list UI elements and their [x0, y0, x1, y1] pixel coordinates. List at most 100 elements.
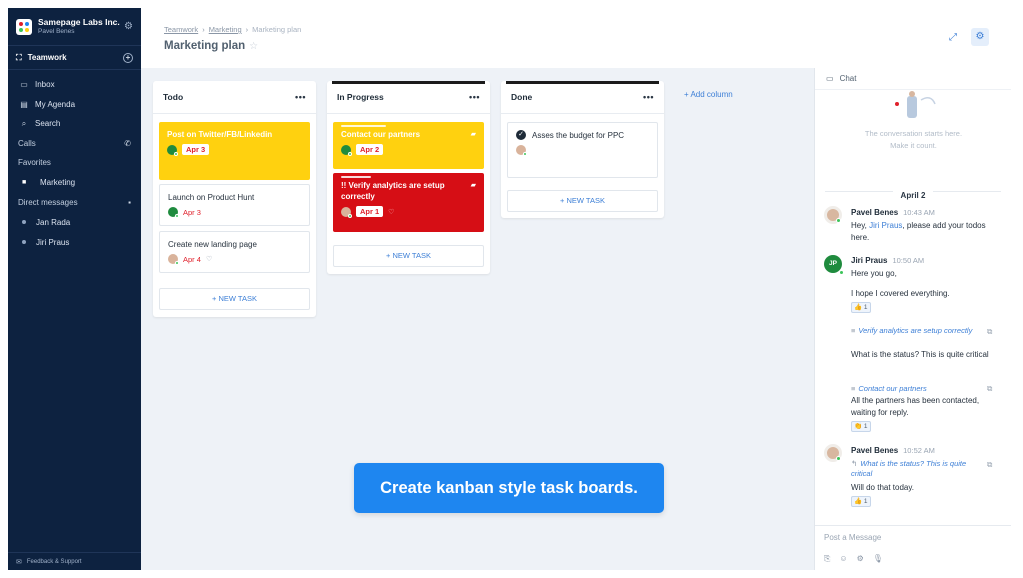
- conversation-empty-hint: The conversation starts here. Make it co…: [815, 128, 1011, 152]
- avatar[interactable]: [824, 444, 842, 462]
- sidebar-item-label: Search: [35, 119, 61, 129]
- reply-icon: ↰: [851, 459, 858, 468]
- avatar[interactable]: JP: [824, 255, 844, 275]
- quoted-message[interactable]: ↰ What is the status? This is quite criti…: [851, 459, 981, 479]
- message-author[interactable]: Jiri Praus 10:50 AM: [851, 256, 924, 265]
- comment-icon: ♡: [205, 256, 213, 263]
- more-options-icon[interactable]: •••: [469, 92, 480, 102]
- message-input[interactable]: Post a Message: [824, 533, 881, 542]
- due-date-badge: Apr 3: [182, 144, 210, 155]
- message-text: Will do that today.: [851, 483, 914, 492]
- due-date: Apr 4: [183, 254, 201, 264]
- add-icon[interactable]: +: [123, 52, 133, 63]
- gear-icon[interactable]: ⚙: [124, 21, 133, 32]
- sidebar-section-calls[interactable]: Calls ✆: [8, 134, 141, 154]
- task-card[interactable]: Contact our partners Apr 2 ▰: [333, 122, 484, 169]
- reaction-badge[interactable]: 👍 1: [851, 496, 871, 507]
- feedback-label: Feedback & Support: [26, 558, 82, 565]
- assignee-avatar: [341, 144, 352, 156]
- task-card[interactable]: Launch on Product Hunt Apr 3: [159, 184, 310, 226]
- text-part: Hey,: [851, 221, 870, 230]
- comment-icon: ▰: [470, 131, 476, 138]
- task-title: Post on Twitter/FB/Linkedin: [167, 130, 273, 139]
- attach-icon[interactable]: ⎘: [824, 554, 830, 564]
- feedback-support-link[interactable]: ✉ Feedback & Support: [8, 552, 141, 570]
- sidebar-item-teamwork[interactable]: ⛶ Teamwork +: [8, 46, 141, 70]
- sidebar-item-label: Jan Rada: [36, 217, 71, 227]
- copy-icon[interactable]: ⧉: [987, 460, 992, 470]
- chevron-right-icon: ›: [245, 25, 249, 34]
- task-card[interactable]: Post on Twitter/FB/Linkedin Apr 3: [159, 122, 310, 180]
- message-author[interactable]: Pavel Benes 10:43 AM: [851, 208, 935, 217]
- reaction-badge[interactable]: 👍 1: [851, 302, 871, 313]
- due-date-badge: Apr 2: [356, 144, 384, 155]
- task-title: !! Verify analytics are setup correctly: [341, 181, 445, 201]
- sidebar-item-jiri-praus[interactable]: Jiri Praus: [8, 232, 141, 252]
- progress-bar: [341, 125, 386, 127]
- user-mention[interactable]: Jiri Praus: [869, 221, 902, 230]
- star-icon[interactable]: ☆: [249, 41, 258, 52]
- new-task-button[interactable]: + NEW TASK: [333, 245, 484, 267]
- microphone-icon[interactable]: 🎙: [873, 554, 883, 564]
- promo-banner: Create kanban style task boards.: [354, 463, 664, 513]
- copy-icon[interactable]: ⧉: [987, 384, 992, 394]
- workspace-name: Samepage Labs Inc.: [38, 17, 120, 27]
- sidebar-item-my-agenda[interactable]: ▤ My Agenda: [8, 95, 141, 115]
- task-reference[interactable]: ≡ Contact our partners: [851, 384, 981, 394]
- quoted-text: What is the status? This is quite critic…: [851, 459, 967, 478]
- search-icon: ⌕: [21, 118, 27, 128]
- page-header: Teamwork › Marketing › Marketing plan Market…: [141, 8, 1011, 68]
- sidebar-section-direct-messages[interactable]: Direct messages ▪: [8, 193, 141, 213]
- due-date-badge: Apr 1: [356, 206, 384, 217]
- breadcrumb-marketing[interactable]: Marketing: [209, 25, 242, 34]
- message-text: What is the status? This is quite critic…: [851, 350, 989, 359]
- new-message-icon[interactable]: ▪: [128, 198, 131, 207]
- task-reference-text: Contact our partners: [858, 384, 927, 393]
- breadcrumb-teamwork[interactable]: Teamwork: [164, 25, 198, 34]
- author-name: Pavel Benes: [851, 208, 899, 217]
- more-options-icon[interactable]: •••: [295, 92, 306, 102]
- settings-icon[interactable]: ⚙: [857, 554, 864, 564]
- add-column-button[interactable]: + Add column: [684, 90, 733, 99]
- page-title-text: Marketing plan: [164, 40, 246, 52]
- task-reference[interactable]: ≡ Verify analytics are setup correctly: [851, 326, 981, 336]
- expand-icon: ⛶: [16, 52, 22, 62]
- due-date: Apr 3: [183, 207, 201, 217]
- workspace-header[interactable]: Samepage Labs Inc. Pavel Benes ⚙: [8, 8, 141, 46]
- task-icon: ≡: [851, 384, 856, 393]
- column-title: Todo: [163, 92, 184, 102]
- sidebar-item-inbox[interactable]: ▭ Inbox: [8, 75, 141, 95]
- task-card[interactable]: ✓ Asses the budget for PPC: [507, 122, 658, 178]
- chat-title: Chat: [839, 74, 857, 83]
- chat-icon: ▭: [826, 74, 834, 83]
- task-icon: ≡: [851, 326, 856, 335]
- sidebar-item-label: My Agenda: [35, 99, 76, 109]
- reaction-badge[interactable]: 👏 1: [851, 421, 871, 432]
- emoji-icon[interactable]: ☺: [839, 554, 847, 564]
- new-task-button[interactable]: + NEW TASK: [159, 288, 310, 310]
- task-card[interactable]: !! Verify analytics are setup correctly …: [333, 173, 484, 232]
- copy-icon[interactable]: ⧉: [987, 327, 992, 337]
- message-composer[interactable]: Post a Message ⎘ ☺ ⚙ 🎙: [815, 525, 1011, 570]
- message-time: 10:50 AM: [892, 256, 925, 265]
- breadcrumb: Teamwork › Marketing › Marketing plan: [164, 25, 301, 34]
- sidebar-item-marketing[interactable]: ■ Marketing: [8, 173, 141, 193]
- settings-gear-icon[interactable]: ⚙: [971, 28, 989, 46]
- sidebar-item-label: Jiri Praus: [36, 237, 70, 247]
- message-author[interactable]: Pavel Benes 10:52 AM: [851, 446, 935, 455]
- column-title: Done: [511, 92, 533, 102]
- folder-icon: ■: [22, 179, 27, 186]
- avatar-initials: JP: [829, 260, 837, 267]
- new-task-button[interactable]: + NEW TASK: [507, 190, 658, 212]
- task-card[interactable]: Create new landing page Apr 4 ♡: [159, 231, 310, 273]
- avatar[interactable]: [824, 206, 842, 224]
- more-options-icon[interactable]: •••: [643, 92, 654, 102]
- sidebar-item-jan-rada[interactable]: Jan Rada: [8, 212, 141, 232]
- phone-icon[interactable]: ✆: [124, 139, 131, 148]
- sidebar-item-label: Inbox: [35, 80, 55, 90]
- expand-icon[interactable]: ⤢: [949, 32, 957, 43]
- sidebar-item-label: Marketing: [40, 178, 76, 187]
- inbox-icon: ▭: [20, 80, 28, 90]
- sidebar-item-search[interactable]: ⌕ Search: [8, 114, 141, 134]
- progress-bar: [341, 176, 371, 178]
